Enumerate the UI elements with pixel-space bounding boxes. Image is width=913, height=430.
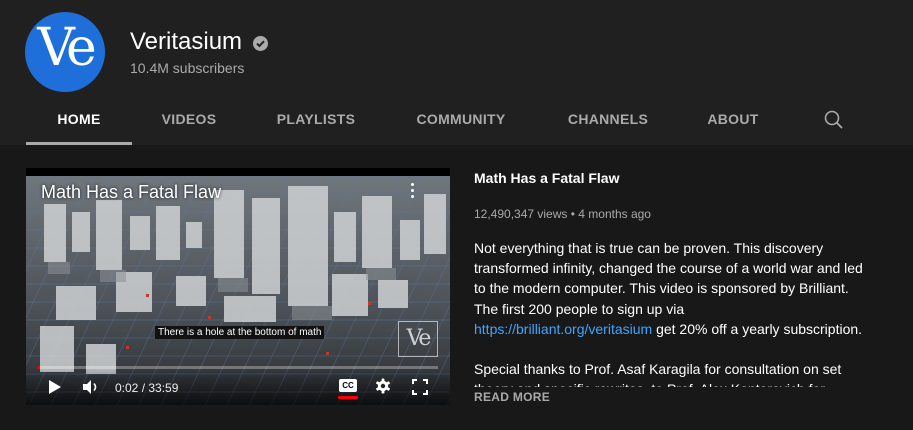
tab-community[interactable]: COMMUNITY [400, 96, 522, 145]
player-caption: There is a hole at the bottom of math [155, 326, 325, 339]
video-title[interactable]: Math Has a Fatal Flaw [474, 170, 619, 186]
channel-header: Ve Veritasium 10.4M subscribers HOME VID… [0, 0, 913, 145]
tab-home[interactable]: HOME [26, 96, 132, 145]
more-options-icon[interactable] [406, 180, 418, 202]
progress-bar[interactable] [38, 366, 438, 369]
fullscreen-icon[interactable] [412, 379, 428, 400]
avatar-text: Ve [37, 18, 97, 78]
description-text: Not everything that is true can be prove… [474, 240, 863, 317]
description-text-cont: get 20% off a yearly subscription. [652, 320, 863, 337]
search-icon[interactable] [822, 108, 846, 132]
channel-tabs: HOME VIDEOS PLAYLISTS COMMUNITY CHANNELS… [0, 96, 913, 145]
read-more-button[interactable]: READ MORE [474, 390, 550, 404]
channel-watermark[interactable]: Ve [398, 321, 438, 357]
play-icon[interactable] [48, 379, 62, 400]
tab-channels[interactable]: CHANNELS [553, 96, 663, 145]
verified-badge-icon [253, 36, 268, 51]
video-player[interactable]: Math Has a Fatal Flaw There is a hole at… [26, 168, 450, 405]
tab-about[interactable]: ABOUT [690, 96, 776, 145]
description-text-2: Special thanks to Prof. Asaf Karagila fo… [474, 361, 842, 387]
video-description: Not everything that is true can be prove… [474, 238, 864, 387]
tab-playlists[interactable]: PLAYLISTS [262, 96, 370, 145]
settings-gear-icon[interactable] [375, 378, 391, 399]
progress-fill [38, 366, 40, 369]
captions-active-indicator [338, 396, 358, 399]
description-link[interactable]: https://brilliant.org/veritasium [474, 321, 652, 337]
video-meta: 12,490,347 views • 4 months ago [474, 207, 651, 221]
subscriber-count: 10.4M subscribers [130, 60, 245, 76]
time-display: 0:02 / 33:59 [115, 381, 179, 395]
volume-icon[interactable] [82, 379, 100, 400]
tab-videos[interactable]: VIDEOS [142, 96, 236, 145]
captions-icon[interactable]: CC [339, 379, 357, 392]
channel-name: Veritasium [130, 28, 243, 55]
channel-avatar[interactable]: Ve [25, 12, 105, 92]
player-title[interactable]: Math Has a Fatal Flaw [41, 182, 221, 203]
